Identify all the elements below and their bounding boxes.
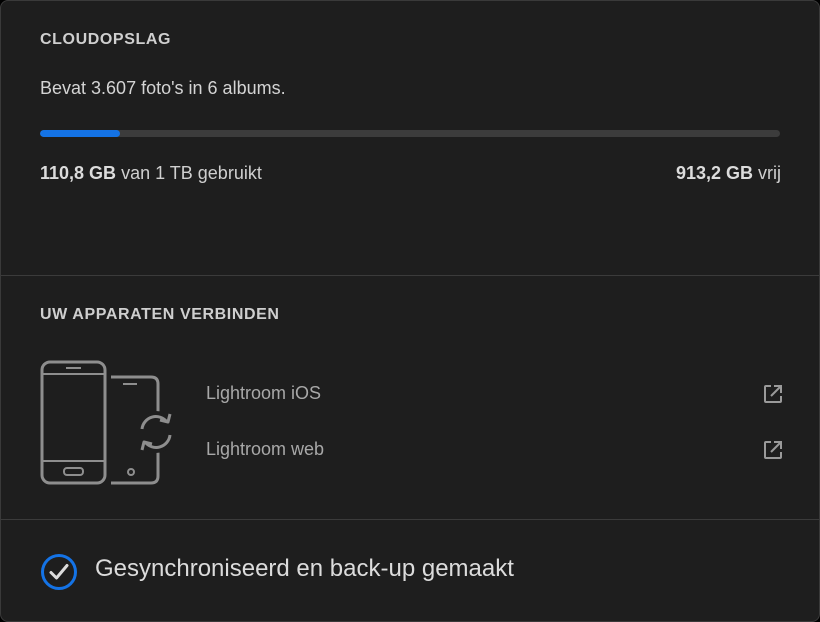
- cloud-storage-section: CLOUDOPSLAG Bevat 3.607 foto's in 6 albu…: [1, 1, 819, 275]
- section-divider: [1, 519, 819, 520]
- lightroom-ios-link[interactable]: Lightroom iOS: [206, 379, 784, 409]
- storage-used: 110,8 GB van 1 TB gebruikt: [40, 163, 262, 184]
- storage-progress-fill: [40, 130, 120, 137]
- lightroom-web-link[interactable]: Lightroom web: [206, 435, 784, 465]
- lightroom-web-label: Lightroom web: [206, 439, 325, 459]
- check-circle-icon: [41, 554, 77, 590]
- storage-progress-bar: [40, 130, 780, 137]
- lightroom-ios-label: Lightroom iOS: [206, 383, 322, 403]
- storage-summary: Bevat 3.607 foto's in 6 albums.: [40, 78, 286, 98]
- storage-used-suffix: van 1 TB gebruikt: [121, 163, 262, 183]
- external-link-icon[interactable]: [762, 383, 784, 405]
- storage-free-suffix: vrij: [758, 163, 781, 183]
- storage-free-amount: 913,2 GB: [675, 163, 753, 183]
- phone-tablet-sync-icon: [40, 360, 177, 485]
- storage-free: 913,2 GB vrij: [676, 163, 781, 184]
- cloud-storage-heading: CLOUDOPSLAG: [40, 31, 172, 48]
- sync-status-text: Gesynchroniseerd en back-up gemaakt: [95, 555, 514, 582]
- connect-devices-heading: UW APPARATEN VERBINDEN: [40, 306, 280, 323]
- external-link-icon[interactable]: [762, 439, 784, 461]
- storage-used-amount: 110,8 GB: [40, 163, 117, 183]
- cloud-storage-panel: CLOUDOPSLAG Bevat 3.607 foto's in 6 albu…: [0, 0, 820, 622]
